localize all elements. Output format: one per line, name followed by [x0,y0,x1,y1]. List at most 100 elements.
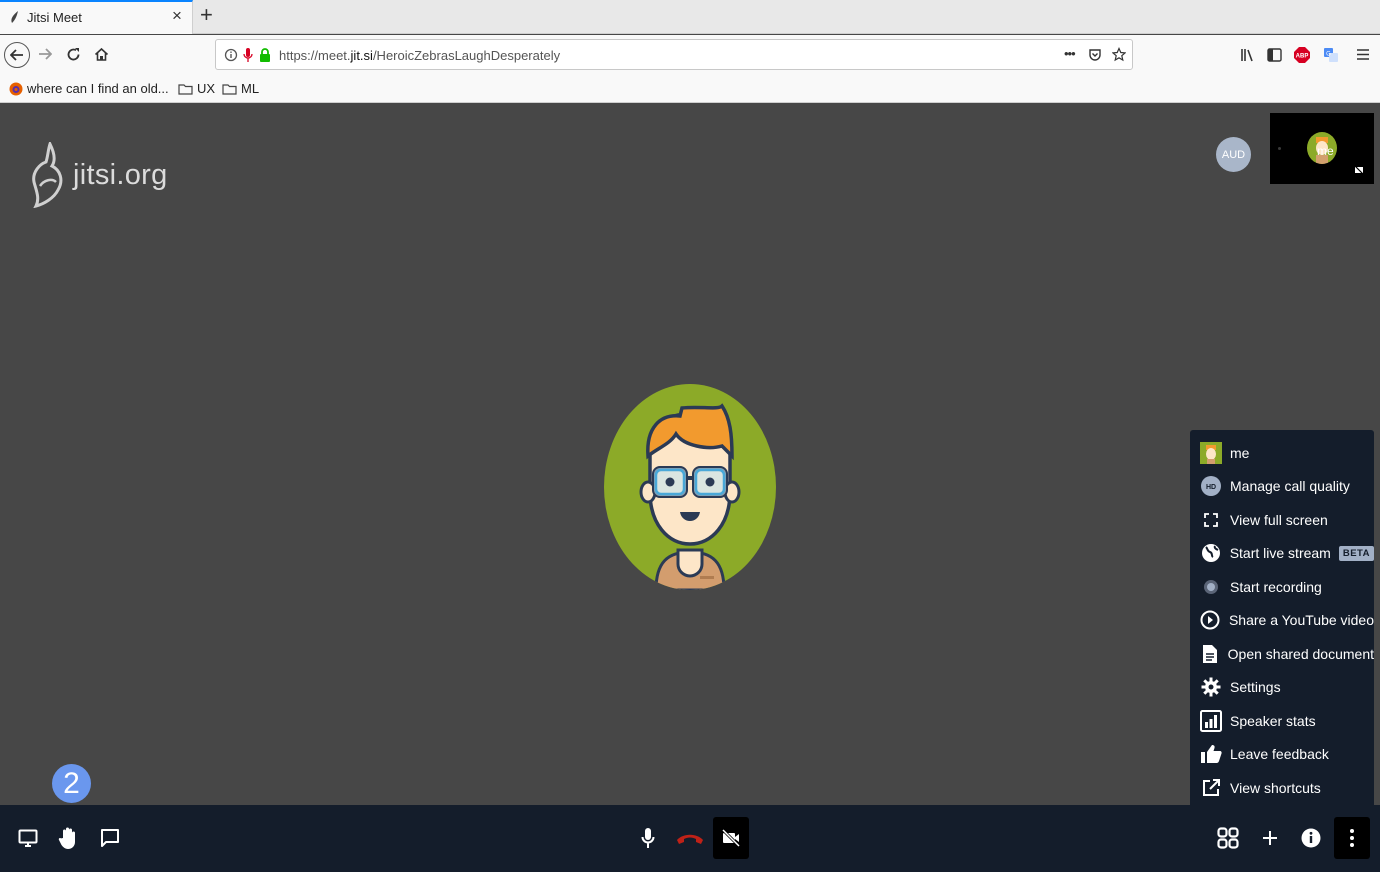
url-text[interactable]: https://meet.jit.si/HeroicZebrasLaughDes… [279,48,560,63]
firefox-icon [9,82,23,95]
svg-text:ABP: ABP [1296,54,1309,60]
microphone-permission-icon[interactable] [241,47,255,63]
thumbs-up-icon [1200,743,1222,765]
raise-hand-button[interactable] [50,818,88,858]
local-video-thumbnail[interactable]: me [1270,113,1374,184]
hd-icon: HD [1200,475,1222,497]
tab-close-icon[interactable]: × [172,6,182,26]
external-link-icon [1200,777,1222,799]
menu-item-fullscreen[interactable]: View full screen [1190,503,1374,537]
bookmark-label: ML [241,81,260,96]
menu-item-shared-document[interactable]: Open shared document [1190,637,1374,671]
invite-icon [1263,831,1277,845]
bar-chart-icon [1200,709,1222,732]
menu-item-label: Start live stream [1229,545,1331,562]
home-icon [94,47,108,61]
page-actions-icon[interactable]: ••• [1064,46,1076,61]
bookmark-folder-ux[interactable]: UX [178,81,215,96]
url-bar[interactable]: https://meet.jit.si/HeroicZebrasLaughDes… [215,39,1133,70]
info-circle-icon[interactable] [224,47,238,63]
raise-hand-icon [58,827,75,849]
reload-icon [67,47,79,60]
menu-item-speaker-stats[interactable]: Speaker stats [1190,704,1374,738]
local-display-name: me [1317,144,1334,158]
sidebar-icon[interactable] [1267,48,1282,62]
menu-item-label: Settings [1230,679,1281,696]
menu-item-label: Start recording [1230,578,1322,595]
folder-icon [222,83,237,95]
beta-badge: BETA [1338,545,1374,561]
tile-view-icon [1217,827,1239,849]
info-button[interactable] [1292,818,1330,858]
play-circle-icon [1200,609,1221,631]
menu-item-label: me [1230,444,1250,461]
microphone-button[interactable] [629,818,667,858]
menu-item-shortcuts[interactable]: View shortcuts [1190,771,1374,805]
hangup-button[interactable] [671,818,709,858]
arrow-right-icon [39,48,52,60]
hamburger-menu-icon[interactable] [1356,48,1370,61]
info-icon [1301,828,1321,848]
conference-stage: jitsi.org AUD me 2 [0,104,1380,804]
home-button[interactable] [88,41,114,67]
camera-toggle-button[interactable] [713,817,749,859]
more-icon [1350,829,1354,847]
screen-share-button[interactable] [9,818,47,858]
new-tab-button[interactable]: + [200,2,213,28]
menu-item-label: View full screen [1230,511,1328,528]
audio-only-indicator: AUD [1216,137,1251,172]
adblock-plus-icon[interactable]: ABP [1294,47,1310,63]
invite-button[interactable] [1251,818,1289,858]
menu-item-label: Manage call quality [1230,478,1350,495]
browser-tab-bar: Jitsi Meet × + [0,0,1380,34]
pocket-icon[interactable] [1088,47,1102,63]
camera-off-icon [721,829,741,847]
connection-dot-icon [1278,147,1281,150]
translate-icon[interactable]: G [1323,47,1339,63]
svg-text:HD: HD [1206,484,1216,491]
folder-icon [178,83,193,95]
camera-off-small-icon [1354,165,1364,175]
chat-button[interactable] [91,818,129,858]
forward-button[interactable] [32,41,58,67]
tab-title: Jitsi Meet [27,10,82,25]
globe-icon [1200,542,1222,564]
menu-item-settings[interactable]: Settings [1190,671,1374,705]
menu-item-call-quality[interactable]: HD Manage call quality [1190,470,1374,504]
jitsi-watermark[interactable]: jitsi.org [30,142,168,208]
bookmarks-bar: where can I find an old... UX ML [0,75,1380,103]
bookmark-label: UX [197,81,216,96]
bookmark-star-icon[interactable] [1112,47,1126,63]
document-icon [1200,643,1220,665]
more-actions-button[interactable] [1334,817,1370,859]
screen-share-icon [18,829,38,847]
browser-nav-bar: https://meet.jit.si/HeroicZebrasLaughDes… [0,35,1380,75]
chat-icon [101,829,119,847]
menu-item-profile[interactable]: me [1190,436,1374,470]
menu-item-recording[interactable]: Start recording [1190,570,1374,604]
menu-item-label: View shortcuts [1230,779,1321,796]
fullscreen-icon [1200,509,1222,531]
menu-item-label: Speaker stats [1230,712,1316,729]
gear-icon [1200,676,1222,698]
menu-item-label: Share a YouTube video [1228,612,1374,629]
raised-hands-count-badge: 2 [52,764,91,803]
back-button[interactable] [4,42,30,68]
bookmark-label: where can I find an old... [27,81,169,96]
browser-tab-jitsi-meet[interactable]: Jitsi Meet × [0,0,193,34]
menu-item-label: Open shared document [1227,645,1374,662]
hangup-icon [677,834,703,844]
reload-button[interactable] [60,41,86,67]
library-icon[interactable] [1240,47,1254,63]
menu-item-youtube[interactable]: Share a YouTube video [1190,604,1374,638]
bookmark-item[interactable]: where can I find an old... [9,81,169,96]
lock-icon[interactable] [258,47,272,63]
watermark-text: jitsi.org [73,158,168,191]
jitsi-logo-icon [32,142,63,208]
overflow-menu: me HD Manage call quality View full scre… [1190,430,1374,808]
menu-item-feedback[interactable]: Leave feedback [1190,738,1374,772]
menu-item-live-stream[interactable]: Start live stream BETA [1190,537,1374,571]
tile-view-button[interactable] [1209,818,1247,858]
user-avatar-icon [1200,441,1222,464]
bookmark-folder-ml[interactable]: ML [222,81,259,96]
